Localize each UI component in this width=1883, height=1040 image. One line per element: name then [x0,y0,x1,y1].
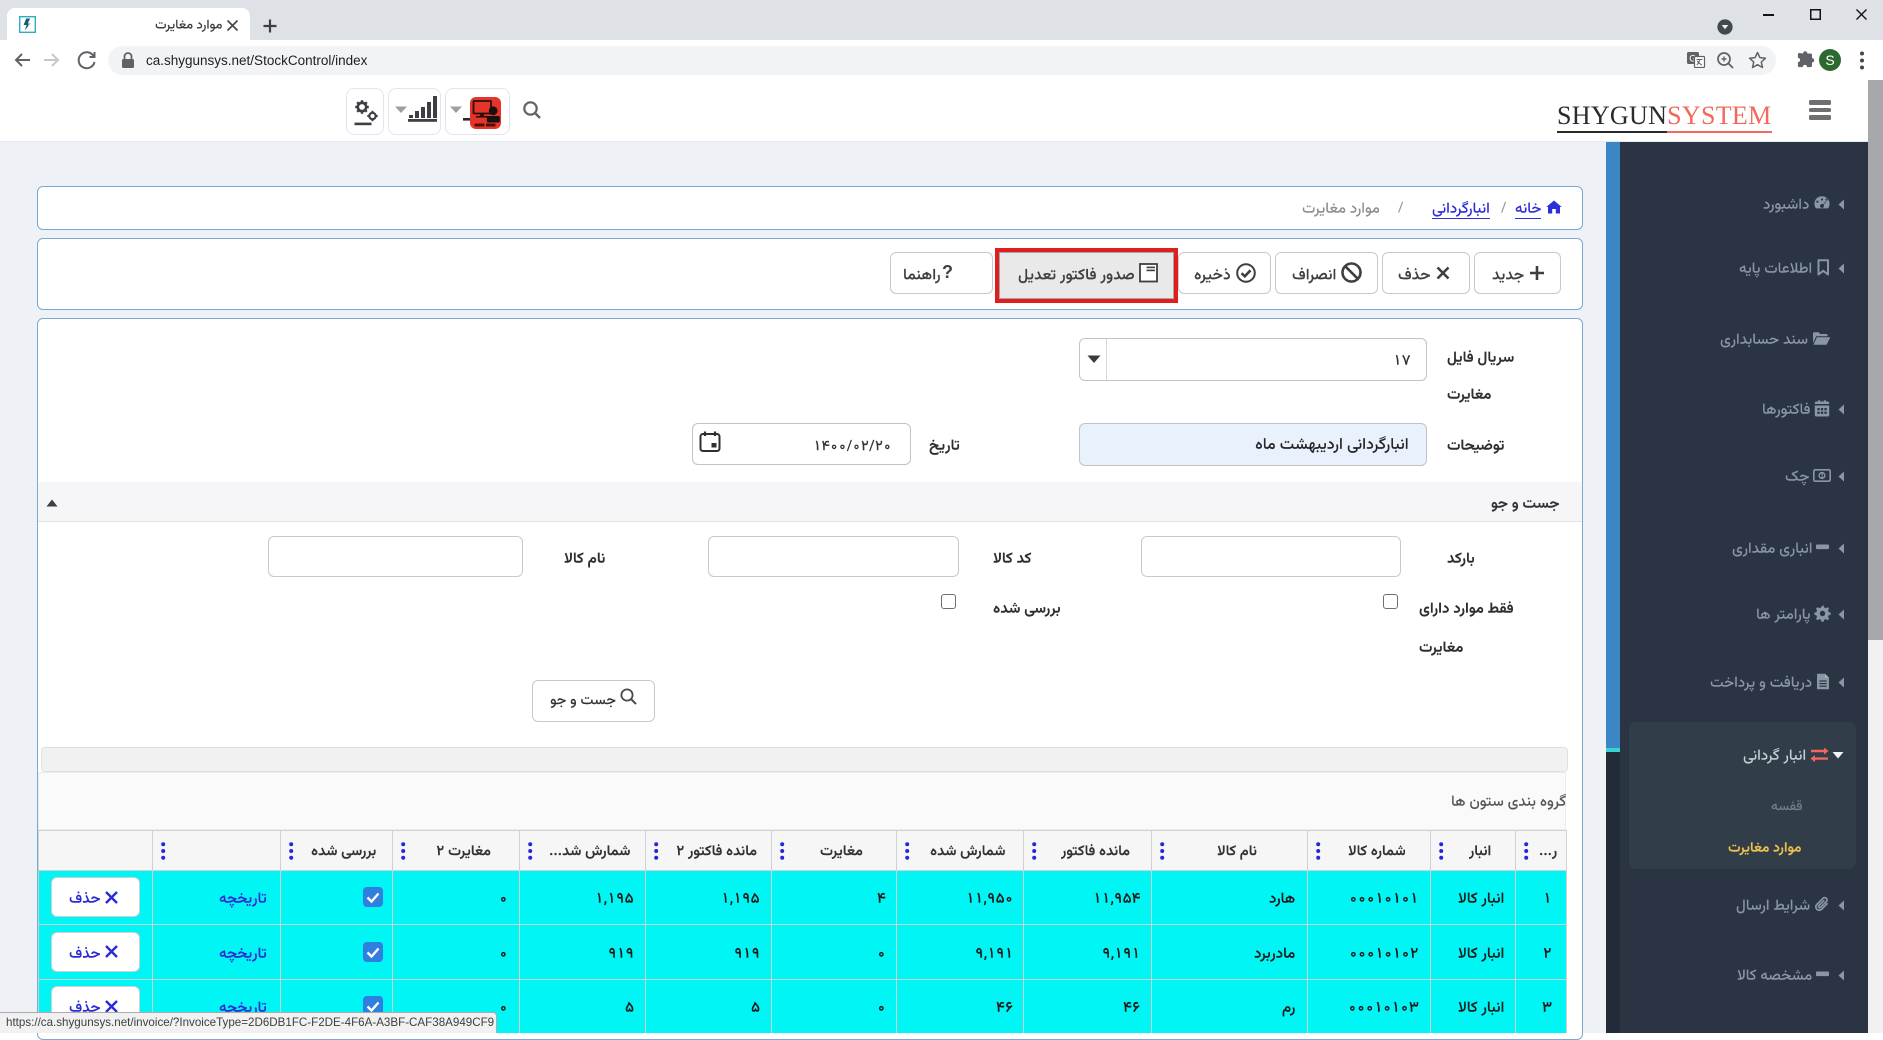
svg-text:S: S [1825,52,1834,68]
svg-text:1: 1 [1820,473,1824,479]
